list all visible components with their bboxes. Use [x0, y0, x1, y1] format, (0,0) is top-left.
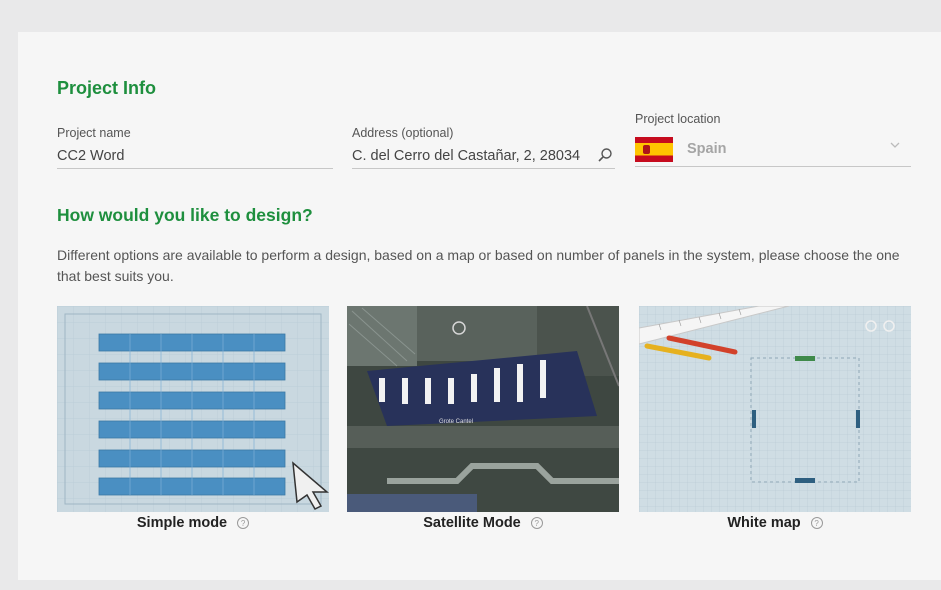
spain-flag-icon — [635, 136, 673, 162]
white-map-image — [639, 306, 911, 512]
search-icon[interactable] — [597, 147, 613, 163]
simple-mode-tile[interactable] — [57, 306, 329, 512]
satellite-mode-label[interactable]: Satellite Mode ? — [347, 515, 619, 531]
simple-mode-label[interactable]: Simple mode ? — [57, 515, 329, 531]
design-title: How would you like to design? — [57, 205, 313, 225]
location-select[interactable]: Spain — [635, 132, 911, 167]
help-icon[interactable]: ? — [530, 517, 543, 529]
location-value: Spain — [687, 141, 727, 157]
location-label: Project location — [635, 112, 721, 126]
address-label: Address (optional) — [352, 126, 454, 140]
white-map-tile[interactable] — [639, 306, 911, 512]
simple-mode-image — [57, 306, 329, 512]
satellite-mode-tile[interactable]: Grote Cantel — [347, 306, 619, 512]
design-description: Different options are available to perfo… — [57, 247, 900, 284]
address-field[interactable]: C. del Cerro del Castañar, 2, 28034 — [352, 143, 615, 169]
project-name-label: Project name — [57, 126, 131, 140]
simple-mode-text: Simple mode — [136, 515, 228, 531]
satellite-place-label: Grote Cantel — [439, 419, 473, 425]
chevron-down-icon[interactable] — [889, 140, 901, 150]
white-map-label[interactable]: White map ? — [639, 515, 911, 531]
project-card: Project Info Project name CC2 Word Addre… — [18, 32, 941, 580]
project-name-value: CC2 Word — [57, 147, 125, 164]
project-info-title: Project Info — [57, 78, 157, 98]
help-icon[interactable]: ? — [810, 517, 823, 529]
address-value: C. del Cerro del Castañar, 2, 28034 — [352, 147, 581, 164]
white-map-text: White map — [727, 515, 801, 531]
satellite-mode-text: Satellite Mode — [423, 515, 521, 531]
help-icon[interactable]: ? — [237, 517, 250, 529]
project-name-field[interactable]: CC2 Word — [57, 143, 333, 169]
satellite-mode-image: Grote Cantel — [347, 306, 619, 512]
